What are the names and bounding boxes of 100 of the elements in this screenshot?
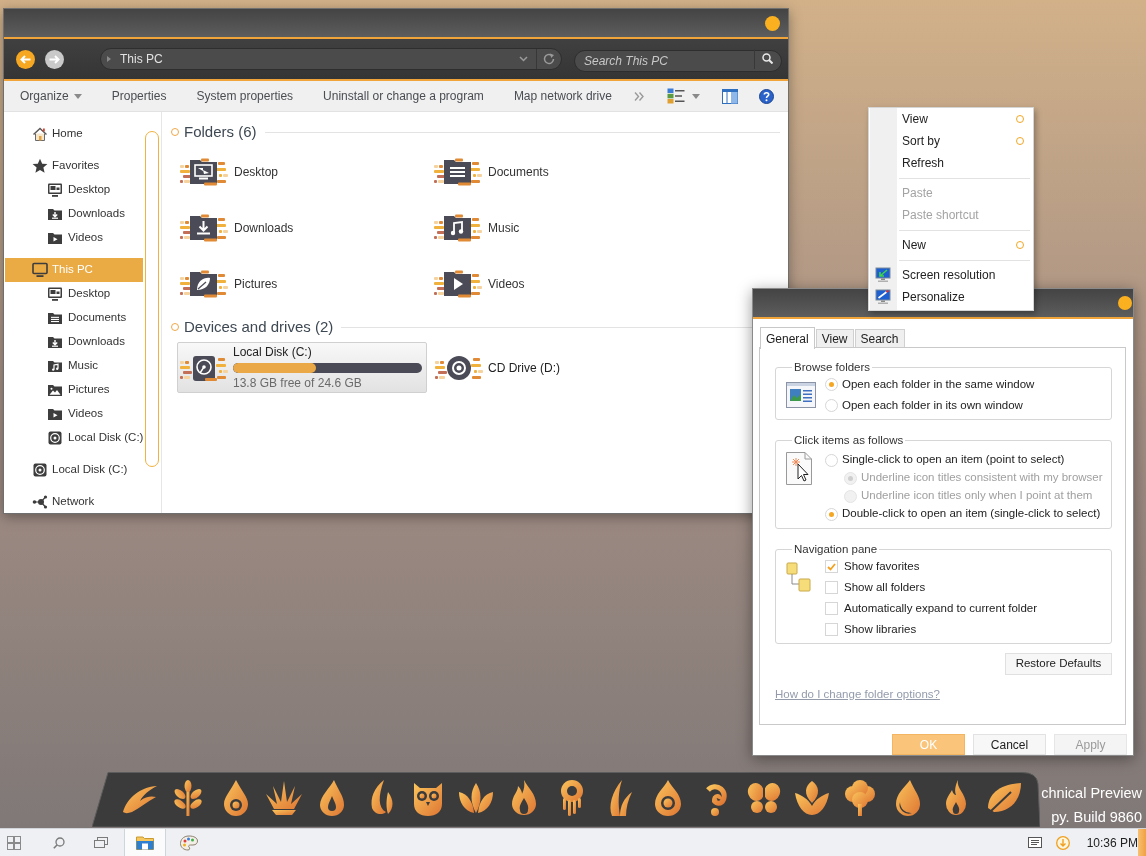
search-icon[interactable] (53, 836, 65, 849)
network-icon (32, 494, 48, 510)
group-title: Click items as follows (793, 433, 905, 447)
checkbox[interactable] (825, 602, 838, 615)
toolbar-button[interactable]: Organize (5, 81, 97, 111)
document-folder-icon (434, 157, 482, 187)
help-icon[interactable] (758, 88, 774, 104)
sidebar-item[interactable]: Music (5, 354, 143, 378)
menu-item[interactable]: Personalize (869, 286, 1033, 308)
menu-item[interactable]: View (869, 108, 1033, 130)
desktop-build-text: py. Build 9860 (1051, 808, 1142, 827)
star-icon (32, 158, 48, 174)
flower-icon[interactable] (792, 778, 832, 818)
refresh-icon[interactable] (543, 53, 555, 65)
radio-button[interactable] (825, 399, 838, 412)
checkmark-icon (827, 562, 836, 571)
menu-item[interactable]: New (869, 234, 1033, 256)
checkbox-label[interactable]: Show libraries (844, 620, 917, 639)
picture-folder-icon (47, 382, 63, 398)
message-icon[interactable] (1027, 837, 1042, 848)
sidebar-item[interactable]: Downloads (5, 202, 143, 226)
toolbar-button[interactable]: Map network drive (498, 81, 627, 111)
clock[interactable]: 10:36 PM (1086, 833, 1138, 852)
radio-button[interactable] (825, 507, 838, 521)
checkbox-label[interactable]: Show favorites (844, 557, 920, 576)
radio-label[interactable]: Open each folder in its own window (842, 396, 1023, 415)
checkbox[interactable] (825, 623, 838, 636)
desktop-build-text: chnical Preview (1041, 784, 1142, 803)
monitor-folder-icon (180, 157, 228, 187)
breadcrumb[interactable]: This PC (120, 50, 163, 68)
radio-button[interactable] (825, 378, 838, 391)
address-bar[interactable]: This PC (100, 48, 562, 70)
caret-down-icon (691, 93, 700, 99)
checkbox-label[interactable]: Show all folders (844, 578, 926, 597)
sidebar-item[interactable]: Network (5, 490, 143, 514)
chevron-down-icon[interactable] (519, 56, 528, 62)
monitor-icon (47, 286, 63, 302)
taskbar-button[interactable] (124, 829, 166, 856)
toolbar-button[interactable]: Properties (96, 81, 182, 111)
music-folder-icon (434, 213, 482, 243)
restore-defaults-button[interactable]: Restore Defaults (1005, 653, 1112, 675)
menu-item[interactable]: Refresh (869, 152, 1033, 174)
back-button[interactable] (16, 49, 35, 69)
checkbox[interactable] (825, 560, 838, 573)
tab[interactable]: General (760, 327, 815, 349)
palette-icon (180, 834, 198, 851)
monitor-icon (47, 182, 63, 198)
menu-item[interactable]: Screen resolution (869, 264, 1033, 286)
search-icon[interactable] (762, 53, 773, 64)
preview-pane-icon[interactable] (721, 88, 738, 104)
monitor-brush-icon (875, 289, 891, 305)
folder-item[interactable]: Pictures (180, 256, 278, 312)
download-folder-icon (47, 206, 63, 222)
drive-item[interactable]: Local Disk (C:) 13.8 GB free of 24.6 GB (177, 342, 427, 393)
overlapping-windows-icon[interactable] (94, 837, 108, 848)
checkbox-label[interactable]: Automatically expand to current folder (844, 599, 1038, 618)
search-field[interactable]: Search This PC (574, 50, 782, 72)
leaf-folder-icon (180, 269, 228, 299)
sidebar-item[interactable]: Local Disk (C:) (5, 426, 143, 450)
folder-item[interactable]: Videos (434, 256, 525, 312)
drive-item[interactable]: CD Drive (D:) (432, 342, 565, 393)
sidebar-item[interactable]: Desktop (5, 282, 143, 306)
sidebar-item[interactable]: Pictures (5, 378, 143, 402)
caret-right-icon (107, 56, 111, 62)
sidebar-item[interactable]: Desktop (5, 178, 143, 202)
section-heading: Folders (6) (184, 121, 257, 142)
radio-label[interactable]: Open each folder in the same window (842, 375, 1035, 394)
disk-icon (32, 462, 48, 478)
sidebar-item[interactable]: Videos (5, 226, 143, 250)
download-folder-icon (47, 334, 63, 350)
drive-label: Local Disk (C:) (233, 345, 313, 359)
menu-item[interactable]: Sort by (869, 130, 1033, 152)
dialog-button[interactable]: Cancel (973, 734, 1046, 755)
window-preview-icon (786, 382, 816, 408)
group-title: Navigation pane (793, 542, 879, 556)
sidebar-item[interactable]: Documents (5, 306, 143, 330)
folder-item[interactable]: Documents (434, 144, 549, 200)
sidebar-item[interactable]: Downloads (5, 330, 143, 354)
radio-label[interactable]: Double-click to open an item (single-click to select) (842, 505, 1101, 523)
checkbox[interactable] (825, 581, 838, 594)
sidebar-item[interactable]: Home (5, 122, 143, 146)
sidebar-item[interactable]: Local Disk (C:) (5, 458, 143, 482)
video-folder-icon (47, 406, 63, 422)
video-folder-icon (47, 230, 63, 246)
folder-item[interactable]: Downloads (180, 200, 294, 256)
sidebar-item[interactable]: Videos (5, 402, 143, 426)
four-squares-icon[interactable] (7, 835, 21, 850)
close-button[interactable] (765, 15, 780, 31)
folder-item[interactable]: Desktop (180, 144, 279, 200)
arrow-right-icon (49, 54, 60, 64)
monitor-icon (32, 262, 48, 278)
radio-button[interactable] (825, 453, 838, 467)
toolbar-button[interactable]: Uninstall or change a program (308, 81, 499, 111)
radio-label[interactable]: Single-click to open an item (point to select) (842, 451, 1065, 469)
monitor-arrow-icon (875, 267, 891, 283)
toolbar-button[interactable]: System properties (181, 81, 309, 111)
close-button[interactable] (1118, 296, 1132, 310)
folder-item[interactable]: Music (434, 200, 520, 256)
pointer-click-icon (786, 452, 812, 485)
sidebar-item[interactable]: Favorites (5, 154, 143, 178)
